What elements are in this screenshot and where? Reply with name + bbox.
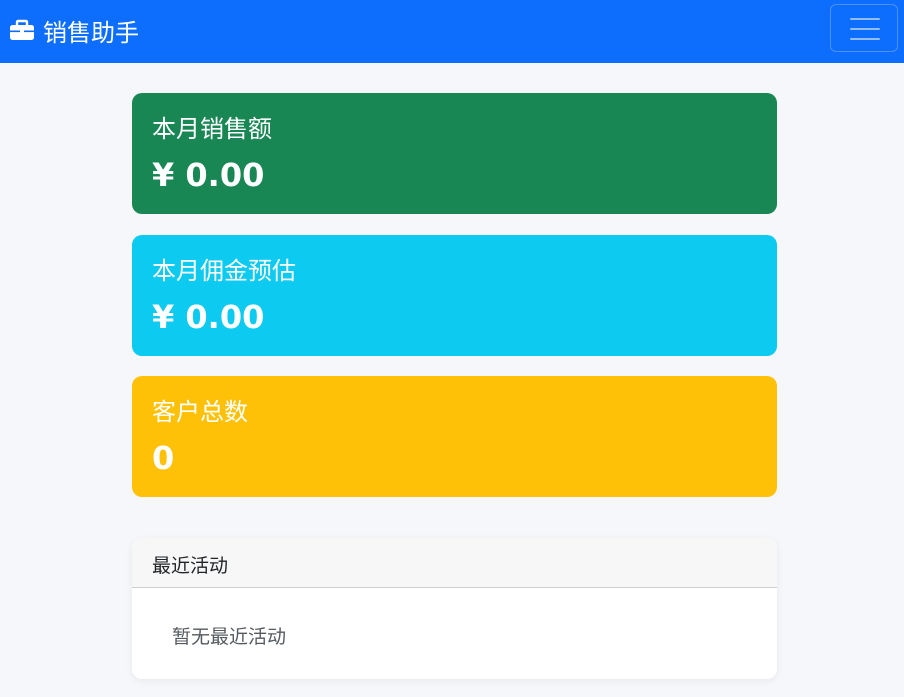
monthly-sales-label: 本月销售额 [152, 115, 272, 143]
recent-activity-title: 最近活动 [152, 555, 229, 577]
navbar-toggle-button[interactable] [830, 4, 898, 52]
hamburger-menu-icon [850, 18, 880, 40]
brand-link[interactable]: 销售助手 [9, 0, 139, 60]
monthly-sales-card: 本月销售额 ¥ 0.00 [132, 93, 777, 214]
monthly-commission-value: ¥ 0.00 [152, 298, 265, 336]
brand-title: 销售助手 [43, 18, 139, 47]
recent-activity-card: 最近活动 暂无最近活动 [132, 538, 777, 679]
recent-activity-header: 最近活动 [132, 538, 777, 588]
customer-count-label: 客户总数 [152, 398, 248, 426]
monthly-sales-value: ¥ 0.00 [152, 156, 265, 194]
briefcase-icon [10, 19, 34, 40]
recent-activity-empty-message: 暂无最近活动 [172, 626, 287, 648]
monthly-commission-label: 本月佣金预估 [152, 257, 296, 285]
monthly-commission-card: 本月佣金预估 ¥ 0.00 [132, 235, 777, 356]
customer-count-value: 0 [152, 439, 175, 477]
customer-count-card: 客户总数 0 [132, 376, 777, 497]
top-navbar: 销售助手 [0, 0, 904, 63]
